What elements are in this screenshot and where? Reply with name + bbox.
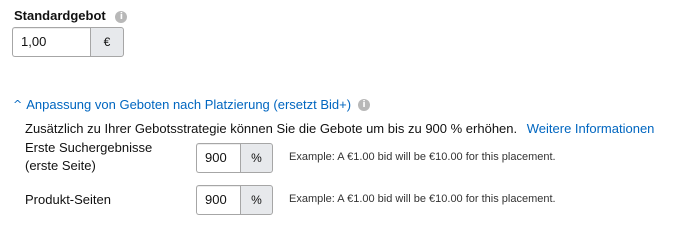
placement-example-text: Example: A €1.00 bid will be €10.00 for … — [289, 193, 556, 205]
row-label-line1: Erste Suchergebnisse — [25, 140, 153, 155]
chevron-up-icon: ^ — [13, 98, 23, 111]
top-of-search-percent-input[interactable]: 900 — [196, 143, 240, 173]
standard-bid-input-group: 1,00 € — [12, 27, 124, 57]
placement-row-label-top-of-search: Erste Suchergebnisse (erste Seite) — [25, 139, 152, 175]
currency-addon: € — [90, 27, 124, 57]
placement-example-text: Example: A €1.00 bid will be €10.00 for … — [289, 151, 556, 163]
percent-addon: % — [240, 185, 273, 215]
placement-description: Zusätzlich zu Ihrer Gebotsstrategie könn… — [25, 121, 654, 136]
standard-bid-input[interactable]: 1,00 — [12, 27, 90, 57]
placement-section-toggle[interactable]: ^ Anpassung von Geboten nach Platzierung… — [13, 97, 371, 112]
placement-row-input-group: 900 % — [196, 143, 273, 173]
info-icon[interactable]: i — [115, 10, 128, 23]
row-label-line1: Produkt-Seiten — [25, 192, 111, 207]
product-pages-percent-input[interactable]: 900 — [196, 185, 240, 215]
placement-description-text: Zusätzlich zu Ihrer Gebotsstrategie könn… — [25, 121, 518, 136]
more-info-link[interactable]: Weitere Informationen — [527, 121, 655, 136]
standard-bid-heading: Standardgebot i — [14, 8, 128, 23]
row-label-line2: (erste Seite) — [25, 158, 96, 173]
standard-bid-label: Standardgebot — [14, 8, 106, 23]
percent-addon: % — [240, 143, 273, 173]
placement-row-label-product-pages: Produkt-Seiten — [25, 191, 111, 209]
placement-row-input-group: 900 % — [196, 185, 273, 215]
info-icon[interactable]: i — [358, 98, 371, 111]
placement-section-title[interactable]: Anpassung von Geboten nach Platzierung (… — [26, 97, 351, 112]
